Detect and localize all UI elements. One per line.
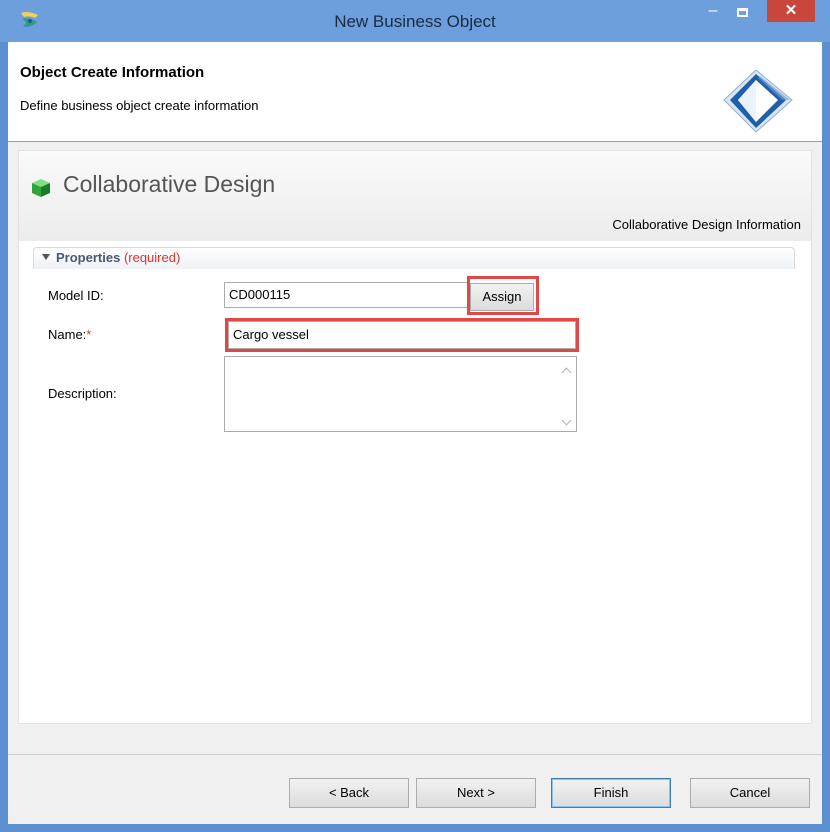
minimize-button[interactable]: – <box>700 2 726 24</box>
maximize-button[interactable] <box>730 2 756 24</box>
section-title: Properties (required) <box>56 250 180 265</box>
wizard-window: New Business Object – ✕ Object Create In… <box>0 0 830 832</box>
section-title-text: Properties <box>56 250 121 265</box>
wizard-client-area: Object Create Information Define busines… <box>8 42 822 824</box>
page-title: Object Create Information <box>20 64 205 81</box>
model-id-label: Model ID: <box>48 288 104 303</box>
scroll-up-icon[interactable] <box>562 365 572 375</box>
footer-divider <box>8 754 822 755</box>
name-highlight <box>225 318 579 352</box>
form-panel: Collaborative Design Collaborative Desig… <box>18 150 812 724</box>
required-star: * <box>86 327 92 342</box>
close-button[interactable]: ✕ <box>767 0 815 22</box>
triangle-down-icon[interactable] <box>42 254 50 260</box>
scroll-down-icon[interactable] <box>562 415 572 425</box>
wizard-banner-icon <box>723 70 793 133</box>
maximize-icon <box>737 8 748 17</box>
model-id-field[interactable]: CD000115 <box>224 282 468 308</box>
wizard-header: Object Create Information Define busines… <box>8 42 822 142</box>
assign-highlight <box>467 276 539 315</box>
name-label-text: Name: <box>48 327 87 342</box>
section-required-label: (required) <box>123 250 181 265</box>
finish-button[interactable]: Finish <box>551 778 671 808</box>
description-field[interactable] <box>224 356 577 432</box>
next-button[interactable]: Next > <box>416 778 536 808</box>
properties-section-header[interactable]: Properties (required) <box>33 247 795 269</box>
cancel-button[interactable]: Cancel <box>690 778 810 808</box>
form-subtitle: Collaborative Design Information <box>612 217 801 232</box>
back-button[interactable]: < Back <box>289 778 409 808</box>
form-header: Collaborative Design Collaborative Desig… <box>19 151 811 241</box>
green-cube-icon <box>32 179 50 197</box>
page-description: Define business object create informatio… <box>20 98 259 113</box>
form-title: Collaborative Design <box>63 171 276 197</box>
description-label: Description: <box>48 386 117 401</box>
name-label: Name:* <box>48 327 91 342</box>
title-bar[interactable]: New Business Object – ✕ <box>0 0 830 42</box>
